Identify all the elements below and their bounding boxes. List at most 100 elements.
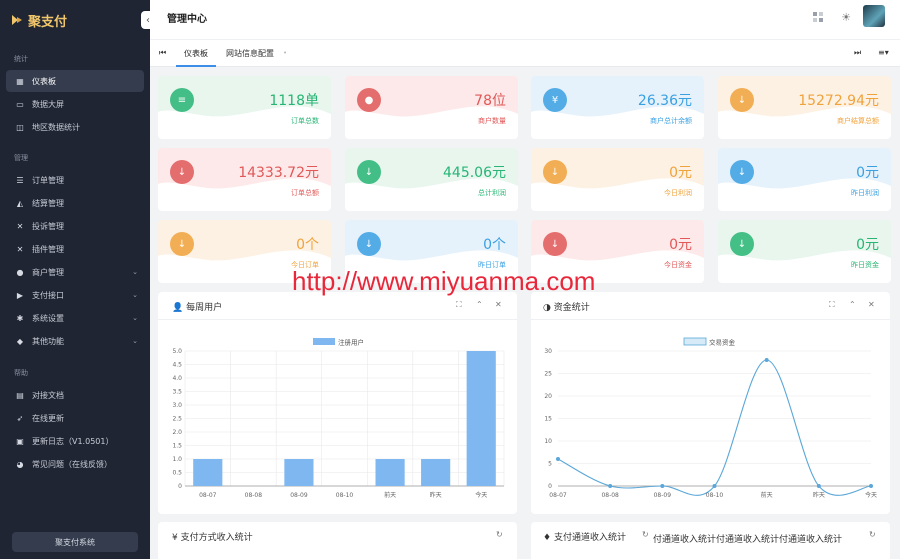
monitor-icon: ▭ bbox=[16, 99, 24, 109]
weekly-users-panel: 👤 每周用户 ⛶ ⌃ ✕ 注册用户 0 0.5 1.0 1.5 2.0 2.5 3.0 3.5 4… bbox=[158, 292, 517, 514]
brand[interactable]: 聚支付 bbox=[0, 0, 150, 40]
sidebar-item-payment-api[interactable]: ▶ 支付接口 ⌄ bbox=[6, 284, 144, 306]
tab-scroll-right-icon[interactable]: ⏭ bbox=[854, 48, 861, 58]
stat-label: 昨日资金 bbox=[851, 261, 879, 269]
refresh-icon[interactable]: ↻ bbox=[642, 530, 649, 539]
avatar[interactable] bbox=[863, 5, 885, 27]
sidebar-item-label: 在线更新 bbox=[32, 413, 64, 423]
collapse-icon[interactable]: ⌃ bbox=[849, 300, 856, 309]
panel-title: ◑ 资金统计 bbox=[543, 300, 590, 313]
stat-label: 商户数量 bbox=[478, 117, 506, 125]
sidebar-item-label: 地区数据统计 bbox=[32, 122, 80, 132]
tab-dashboard[interactable]: 仪表板 bbox=[176, 40, 216, 67]
sidebar-item-docs[interactable]: ▤ 对接文档 bbox=[6, 384, 144, 406]
refresh-icon[interactable]: ↻ bbox=[496, 530, 503, 539]
x-tick-label: 08-08 bbox=[601, 492, 619, 499]
nav-section-stats: 统计 bbox=[14, 55, 28, 63]
sidebar-item-label: 更新日志（V1.0501） bbox=[32, 436, 114, 446]
tab-close-icon[interactable]: • bbox=[283, 40, 287, 67]
stat-value: 78位 bbox=[474, 93, 506, 109]
panel-title: ¥ 支付方式收入统计 bbox=[172, 530, 253, 543]
tab-site-config[interactable]: 网站信息配置 bbox=[226, 40, 274, 67]
stat-label: 订单总额 bbox=[291, 189, 319, 197]
y-tick-label: 2.0 bbox=[172, 429, 182, 436]
y-tick-label: 5.0 bbox=[172, 348, 182, 355]
data-point bbox=[869, 484, 873, 488]
y-tick-label: 1.0 bbox=[172, 456, 182, 463]
expand-icon[interactable]: ⛶ bbox=[456, 300, 462, 310]
user-icon: ● bbox=[357, 88, 381, 112]
apps-icon[interactable] bbox=[811, 10, 825, 24]
stat-value: 15272.94元 bbox=[798, 93, 879, 109]
data-point bbox=[556, 457, 560, 461]
sidebar-item-plugins[interactable]: ✕ 插件管理 bbox=[6, 238, 144, 260]
y-tick-label: 4.5 bbox=[172, 362, 182, 369]
theme-toggle-icon[interactable]: ☀ bbox=[839, 10, 853, 24]
tab-scroll-left-icon[interactable]: ⏮ bbox=[159, 48, 166, 58]
arrow-down-icon: ↓ bbox=[730, 88, 754, 112]
arrow-down-icon: ↓ bbox=[730, 160, 754, 184]
refresh-icon[interactable]: ↻ bbox=[869, 530, 876, 539]
sidebar-item-label: 结算管理 bbox=[32, 198, 64, 208]
sidebar-item-other[interactable]: ◆ 其他功能 ⌄ bbox=[6, 330, 144, 352]
sidebar-item-merchants[interactable]: ● 商户管理 ⌄ bbox=[6, 261, 144, 283]
sidebar-item-online-update[interactable]: ➶ 在线更新 bbox=[6, 407, 144, 429]
x-tick-label: 08-07 bbox=[549, 492, 567, 499]
tab-label: 网站信息配置 bbox=[226, 49, 274, 58]
stat-card: ↓ 445.06元 总计利润 bbox=[345, 148, 518, 211]
stat-card: ↓ 0元 昨日利润 bbox=[718, 148, 891, 211]
doc-icon: ▤ bbox=[16, 390, 24, 400]
y-tick-label: 1.5 bbox=[172, 443, 182, 450]
legend-swatch bbox=[683, 337, 707, 346]
y-tick-label: 3.0 bbox=[172, 402, 182, 409]
close-icon[interactable]: ✕ bbox=[495, 300, 502, 309]
funds-line-chart: 交易资金 0 5 10 15 20 25 30 08-07 08-08 08-09 08-10 前天 昨天… bbox=[544, 337, 877, 500]
stat-value: 0元 bbox=[856, 237, 879, 253]
sidebar-item-changelog[interactable]: ▣ 更新日志（V1.0501） bbox=[6, 430, 144, 452]
layers-icon: ◆ bbox=[16, 336, 24, 346]
panel-title: ♦ 支付通道收入统计 bbox=[543, 530, 626, 543]
arrow-down-icon: ↓ bbox=[357, 232, 381, 256]
x-tick-label: 08-07 bbox=[199, 492, 217, 499]
gear-icon: ✱ bbox=[16, 313, 24, 323]
panel-header: ♦ 支付通道收入统计 ↻ 付通道收入统计付通道收入统计付通道收入统计 ↻ bbox=[531, 522, 890, 550]
bar bbox=[193, 459, 223, 486]
collapse-icon[interactable]: ⌃ bbox=[476, 300, 483, 309]
stat-card: ↓ 15272.94元 商户结算总额 bbox=[718, 76, 891, 139]
x-tick-label: 前天 bbox=[384, 491, 396, 499]
sidebar-item-orders[interactable]: ☰ 订单管理 bbox=[6, 169, 144, 191]
yen-icon: ¥ bbox=[543, 88, 567, 112]
pay-method-income-panel: ¥ 支付方式收入统计 ↻ bbox=[158, 522, 517, 559]
sidebar-item-region-stats[interactable]: ◫ 地区数据统计 bbox=[6, 116, 144, 138]
tab-menu-icon[interactable]: ≡▾ bbox=[878, 48, 889, 57]
chevron-down-icon: ⌄ bbox=[132, 337, 138, 345]
stat-card: ≡ 1118单 订单总数 bbox=[158, 76, 331, 139]
y-tick-label: 25 bbox=[544, 371, 552, 378]
arrow-down-icon: ↓ bbox=[543, 232, 567, 256]
y-tick-label: 0 bbox=[548, 483, 552, 490]
sidebar-item-settlement[interactable]: ◭ 结算管理 bbox=[6, 192, 144, 214]
x-tick-label: 今天 bbox=[865, 491, 877, 499]
sidebar-item-label: 系统设置 bbox=[32, 313, 64, 323]
sidebar-item-data-screen[interactable]: ▭ 数据大屏 bbox=[6, 93, 144, 115]
sidebar-item-system-settings[interactable]: ✱ 系统设置 ⌄ bbox=[6, 307, 144, 329]
panel-title-text: 资金统计 bbox=[553, 303, 590, 313]
x-tick-label: 今天 bbox=[475, 491, 487, 499]
log-icon: ▣ bbox=[16, 436, 24, 446]
arrow-down-icon: ↓ bbox=[730, 232, 754, 256]
expand-icon[interactable]: ⛶ bbox=[829, 300, 835, 310]
funds-panel: ◑ 资金统计 ⛶ ⌃ ✕ 交易资金 0 5 10 15 20 25 30 08-07 08-08 0… bbox=[531, 292, 890, 514]
tools-icon: ✕ bbox=[16, 221, 24, 231]
chevron-down-icon: ⌄ bbox=[132, 291, 138, 299]
page-title: 管理中心 bbox=[167, 14, 207, 25]
sidebar-item-faq[interactable]: ◕ 常见问题（在线反馈） bbox=[6, 453, 144, 475]
sidebar-footer-button[interactable]: 聚支付系统 bbox=[12, 532, 138, 552]
chevron-down-icon: ⌄ bbox=[132, 268, 138, 276]
sidebar-item-label: 插件管理 bbox=[32, 244, 64, 254]
dashboard-icon: ▦ bbox=[16, 76, 24, 86]
nav-section-help: 帮助 bbox=[14, 369, 28, 377]
sidebar-item-dashboard[interactable]: ▦ 仪表板 bbox=[6, 70, 144, 92]
sidebar-item-complaints[interactable]: ✕ 投诉管理 bbox=[6, 215, 144, 237]
close-icon[interactable]: ✕ bbox=[868, 300, 875, 309]
stat-label: 总计利润 bbox=[478, 189, 506, 197]
